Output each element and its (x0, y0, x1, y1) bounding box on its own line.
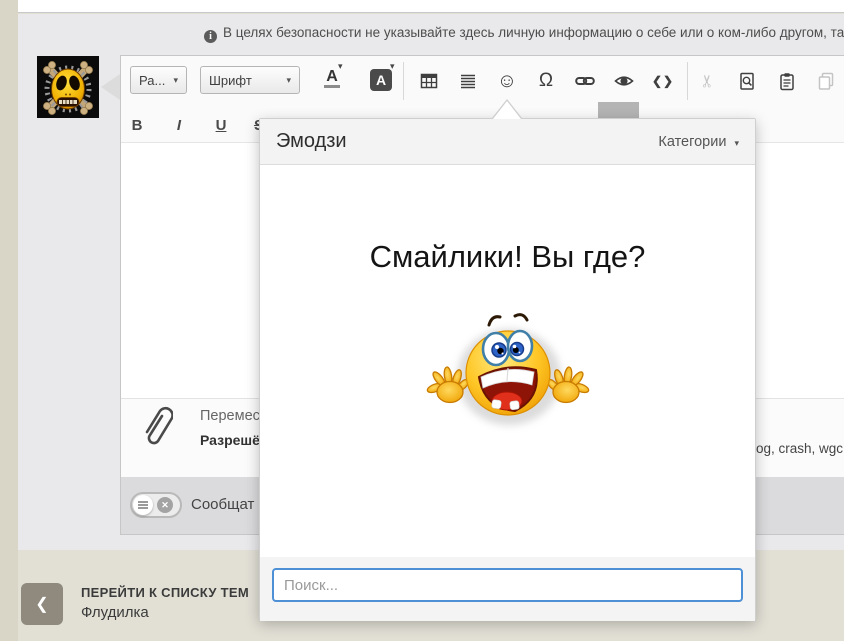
background-color-button[interactable]: A (370, 69, 392, 91)
preview-document-icon (738, 72, 756, 91)
chevron-down-icon: ▾ (338, 61, 343, 72)
chevron-down-icon: ▾ (734, 138, 739, 148)
topic-name[interactable]: Флудилка (81, 604, 149, 621)
paragraph-format-dropdown[interactable]: Ра... ▾ (130, 66, 187, 94)
scrollbar-thumb[interactable] (598, 102, 639, 119)
table-icon (420, 72, 438, 90)
omega-icon: Ω (539, 70, 553, 92)
chevron-down-icon: ▾ (390, 61, 395, 72)
emoji-popup-header: Эмодзи Категории ▾ (260, 119, 755, 165)
forum-editor-page: i В целях безопасности не указывайте здес… (0, 0, 844, 641)
back-to-topics-label[interactable]: ПЕРЕЙТИ К СПИСКУ ТЕМ (81, 585, 249, 600)
skull-smiley-avatar-image (37, 56, 99, 118)
allowed-extensions-list: log, crash, wgc (753, 441, 844, 456)
special-characters-button[interactable]: Ω (533, 68, 559, 94)
preview-button[interactable] (611, 68, 637, 94)
italic-button[interactable]: I (166, 117, 192, 135)
smiley-icon: ☺ (497, 70, 517, 93)
security-notice: i В целях безопасности не указывайте здес… (204, 25, 844, 43)
security-notice-text: В целях безопасности не указывайте здесь… (223, 25, 844, 40)
post-bubble-tail (101, 74, 120, 100)
paste-preview-button[interactable] (734, 68, 760, 94)
copy-icon (817, 72, 835, 91)
emoji-popup-title: Эмодзи (276, 130, 347, 153)
categories-label: Категории (658, 134, 726, 150)
line-spacing-button[interactable] (455, 68, 481, 94)
font-dropdown-label: Шрифт (209, 73, 252, 88)
avatar[interactable] (37, 56, 99, 118)
paste-button[interactable] (774, 68, 800, 94)
toolbar-separator (403, 62, 404, 100)
popup-arrow (493, 101, 521, 119)
top-white-band (18, 0, 844, 13)
info-icon: i (204, 30, 217, 43)
toggle-handle-icon[interactable] (133, 495, 153, 515)
font-dropdown[interactable]: Шрифт ▾ (200, 66, 300, 94)
insert-emoji-button[interactable]: ☺ (494, 68, 520, 94)
chevron-down-icon: ▾ (173, 75, 178, 86)
scared-emoji-image (423, 309, 593, 439)
toggle-off-icon: ✕ (157, 497, 173, 513)
paperclip-icon (139, 401, 173, 447)
bold-label: B (132, 117, 143, 134)
code-icon: ❮❯ (652, 74, 674, 88)
bold-button[interactable]: B (124, 117, 150, 134)
empty-state-message: Смайлики! Вы где? (260, 239, 755, 275)
italic-label: I (177, 117, 181, 134)
notify-toggle[interactable]: ✕ (130, 492, 182, 518)
left-sidebar-strip (0, 0, 18, 641)
insert-link-button[interactable] (572, 68, 598, 94)
emoji-search-input[interactable] (272, 568, 743, 602)
cut-button[interactable]: ✂ (695, 68, 721, 94)
underline-label: U (216, 117, 227, 134)
scissors-icon: ✂ (698, 74, 718, 88)
source-code-button[interactable]: ❮❯ (650, 68, 676, 94)
categories-dropdown[interactable]: Категории ▾ (658, 134, 739, 150)
paragraph-format-label: Ра... (139, 73, 165, 88)
chevron-down-icon: ▾ (286, 75, 291, 86)
back-to-topics-button[interactable]: ❮ (21, 583, 63, 625)
background-color-letter: A (376, 72, 386, 88)
copy-button[interactable] (813, 68, 839, 94)
notify-label: Сообщат (191, 496, 254, 513)
emoji-popup-footer (260, 557, 755, 621)
insert-table-button[interactable] (416, 68, 442, 94)
underline-button[interactable]: U (208, 117, 234, 134)
toolbar-separator (687, 62, 688, 100)
link-icon (575, 72, 595, 90)
emoji-popup: Эмодзи Категории ▾ Смайлики! Вы где? (259, 118, 756, 620)
eye-icon (614, 73, 634, 89)
line-spacing-icon (459, 72, 477, 90)
paste-icon (778, 72, 796, 91)
chevron-left-icon: ❮ (35, 594, 48, 614)
